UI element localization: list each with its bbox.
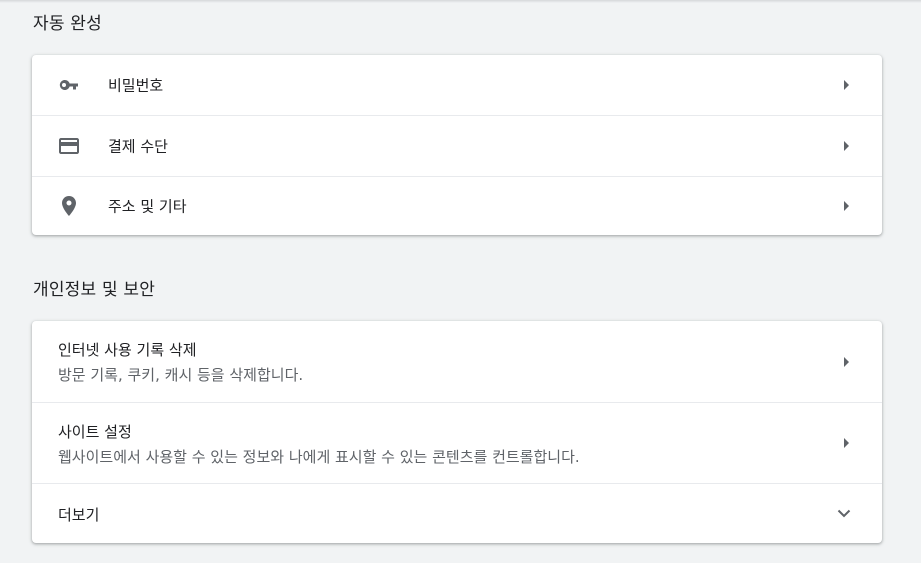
payment-methods-row[interactable]: 결제 수단	[32, 115, 882, 176]
site-settings-subtitle: 웹사이트에서 사용할 수 있는 정보와 나에게 표시할 수 있는 콘텐츠를 컨트…	[58, 448, 580, 466]
autofill-card: 비밀번호 결제 수단 주소 및 기타	[32, 55, 882, 235]
site-settings-title: 사이트 설정	[58, 423, 132, 441]
autofill-section-title: 자동 완성	[33, 14, 102, 34]
arrow-right-icon	[840, 140, 852, 152]
more-row[interactable]: 더보기	[32, 483, 882, 543]
key-icon	[58, 74, 80, 96]
credit-card-icon	[58, 135, 80, 157]
location-pin-icon	[58, 195, 80, 217]
addresses-label: 주소 및 기타	[108, 197, 187, 216]
arrow-right-icon	[840, 200, 852, 212]
chevron-down-icon	[836, 506, 852, 522]
payment-methods-label: 결제 수단	[108, 137, 168, 156]
arrow-right-icon	[840, 437, 852, 449]
passwords-row[interactable]: 비밀번호	[32, 55, 882, 115]
clear-browsing-data-subtitle: 방문 기록, 쿠키, 캐시 등을 삭제합니다.	[58, 366, 304, 384]
clear-browsing-data-title: 인터넷 사용 기록 삭제	[58, 341, 197, 359]
passwords-label: 비밀번호	[108, 76, 164, 95]
clear-browsing-data-row[interactable]: 인터넷 사용 기록 삭제 방문 기록, 쿠키, 캐시 등을 삭제합니다.	[32, 321, 882, 402]
more-label: 더보기	[58, 506, 100, 524]
arrow-right-icon	[840, 79, 852, 91]
privacy-card: 인터넷 사용 기록 삭제 방문 기록, 쿠키, 캐시 등을 삭제합니다. 사이트…	[32, 321, 882, 543]
addresses-row[interactable]: 주소 및 기타	[32, 176, 882, 235]
arrow-right-icon	[840, 356, 852, 368]
toolbar-shadow	[0, 0, 921, 3]
privacy-section-title: 개인정보 및 보안	[33, 280, 156, 300]
site-settings-row[interactable]: 사이트 설정 웹사이트에서 사용할 수 있는 정보와 나에게 표시할 수 있는 …	[32, 402, 882, 483]
